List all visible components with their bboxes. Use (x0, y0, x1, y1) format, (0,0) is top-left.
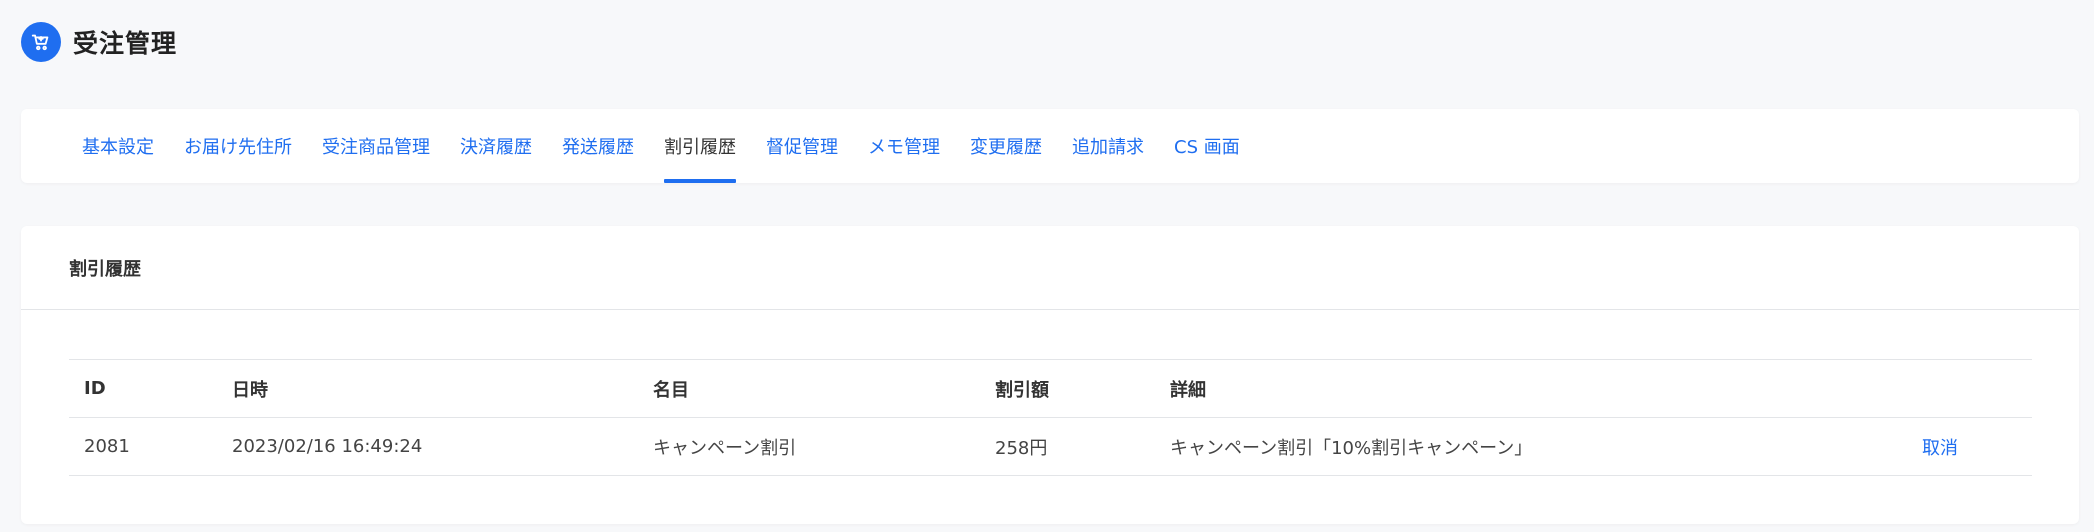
cancel-link[interactable]: 取消 (1922, 438, 1958, 459)
tabs-card: 基本設定 お届け先住所 受注商品管理 決済履歴 発送履歴 割引履歴 督促管理 メ… (21, 109, 2079, 183)
cell-action: 取消 (1907, 418, 2032, 476)
discount-history-card: 割引履歴 ID 日時 名目 割引額 詳細 2081 2023/02/16 16:… (21, 226, 2079, 524)
tab-additional-billing[interactable]: 追加請求 (1072, 109, 1144, 183)
cell-id: 2081 (84, 436, 130, 457)
tab-discount-history[interactable]: 割引履歴 (664, 109, 736, 183)
cart-icon (21, 22, 61, 62)
column-header-detail: 詳細 (1170, 379, 1206, 401)
tab-payment-history[interactable]: 決済履歴 (460, 109, 532, 183)
tab-dunning[interactable]: 督促管理 (766, 109, 838, 183)
tab-delivery-address[interactable]: お届け先住所 (184, 109, 292, 183)
tab-cs-screen[interactable]: CS 画面 (1174, 109, 1240, 183)
tab-shipping-history[interactable]: 発送履歴 (562, 109, 634, 183)
column-header-datetime: 日時 (232, 379, 268, 401)
tab-bar: 基本設定 お届け先住所 受注商品管理 決済履歴 発送履歴 割引履歴 督促管理 メ… (82, 109, 1270, 183)
section-title: 割引履歴 (69, 258, 141, 280)
card-header: 割引履歴 (21, 226, 2079, 310)
page-header: 受注管理 (21, 22, 177, 62)
page-title: 受注管理 (73, 29, 178, 58)
tab-memo[interactable]: メモ管理 (868, 109, 940, 183)
cell-datetime: 2023/02/16 16:49:24 (232, 436, 423, 457)
table-header-row: ID 日時 名目 割引額 詳細 (69, 359, 2032, 418)
discount-table: ID 日時 名目 割引額 詳細 2081 2023/02/16 16:49:24… (69, 359, 2032, 476)
tab-order-items[interactable]: 受注商品管理 (322, 109, 430, 183)
column-header-id: ID (84, 378, 106, 399)
discount-table-wrap: ID 日時 名目 割引額 詳細 2081 2023/02/16 16:49:24… (69, 359, 2032, 476)
tab-change-history[interactable]: 変更履歴 (970, 109, 1042, 183)
column-header-amount: 割引額 (995, 379, 1049, 401)
cell-amount: 258円 (995, 437, 1048, 459)
cell-detail: キャンペーン割引「10%割引キャンペーン」 (1170, 437, 1533, 459)
tab-basic-settings[interactable]: 基本設定 (82, 109, 154, 183)
cell-name: キャンペーン割引 (653, 437, 797, 459)
column-header-name: 名目 (653, 379, 689, 401)
table-row: 2081 2023/02/16 16:49:24 キャンペーン割引 258円 キ… (69, 418, 2032, 476)
column-header-action (1907, 360, 2032, 418)
